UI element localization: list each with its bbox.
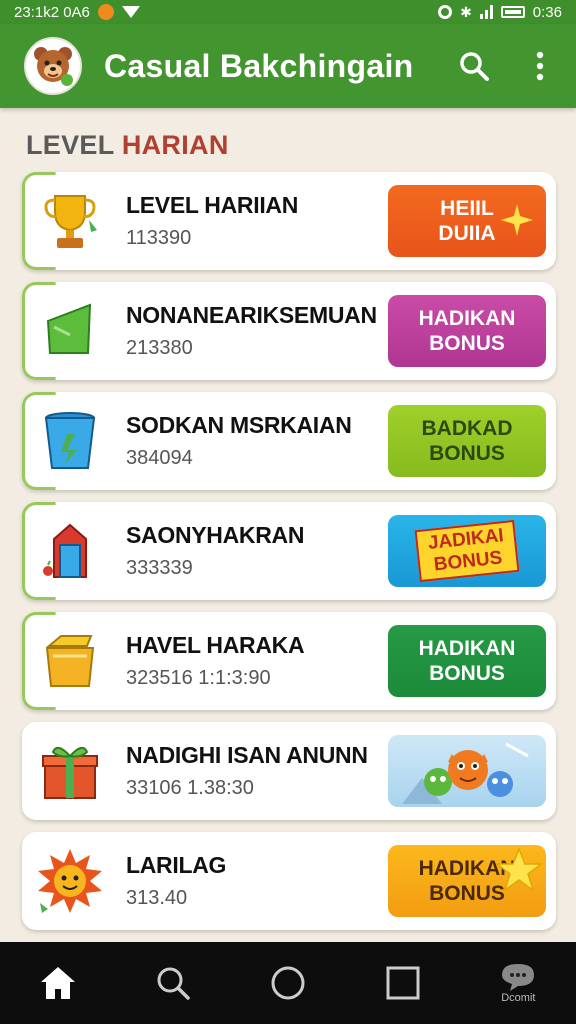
bottom-nav-bar: Dcomit bbox=[0, 942, 576, 1024]
claim-bonus-button[interactable]: HADIKAN BONUS bbox=[388, 625, 546, 697]
circle-icon bbox=[271, 966, 305, 1000]
claim-bonus-button[interactable]: JADIKAI BONUS bbox=[388, 515, 546, 587]
app-bar: Casual Bakchingain bbox=[0, 24, 576, 108]
item-title: SODKAN MSRKAIAN bbox=[126, 412, 352, 438]
item-number: 213380 bbox=[126, 337, 193, 359]
wifi-icon bbox=[121, 6, 140, 18]
claim-button[interactable]: HEIIL DUIIA bbox=[388, 185, 546, 257]
list-item[interactable]: NONANEARIKSEMUAN 213380 HADIKAN BONUS bbox=[22, 282, 556, 380]
cartoon-creatures-icon bbox=[402, 742, 529, 804]
reward-characters-button[interactable] bbox=[388, 735, 546, 807]
bear-mascot-icon bbox=[34, 47, 73, 86]
item-number: 333339 bbox=[126, 557, 193, 579]
avatar[interactable] bbox=[24, 37, 82, 95]
nav-search-button[interactable] bbox=[141, 951, 205, 1015]
level-list: LEVEL HARIIAN 113390 HEIIL DUIIA NONANEA… bbox=[22, 172, 556, 942]
status-clock: 0:36 bbox=[532, 3, 562, 21]
chat-bubble-icon bbox=[502, 964, 535, 991]
item-number: 113390 bbox=[126, 227, 192, 249]
nav-label: Dcomit bbox=[501, 992, 536, 1004]
square-icon bbox=[386, 966, 420, 1000]
item-number: 323516 1:1:3:90 bbox=[126, 667, 271, 689]
sun-icon bbox=[36, 847, 104, 915]
item-title: HAVEL HARAKA bbox=[126, 632, 305, 658]
claim-bonus-button[interactable]: BADKAD BONUS bbox=[388, 405, 546, 477]
star-icon bbox=[496, 847, 542, 892]
notification-icon bbox=[97, 4, 114, 20]
gift-box-icon bbox=[36, 737, 104, 805]
item-title: SAONYHAKRAN bbox=[126, 522, 305, 548]
item-title: NADIGHI ISAN ANUNN bbox=[126, 742, 368, 768]
item-title: NONANEARIKSEMUAN bbox=[126, 302, 377, 328]
list-item[interactable]: LARILAG 313.40 HADIKAN BONUS bbox=[22, 832, 556, 930]
battery-icon bbox=[500, 6, 525, 18]
list-item[interactable]: SODKAN MSRKAIAN 384094 BADKAD BONUS bbox=[22, 392, 556, 490]
section-title: LEVEL HARIAN bbox=[26, 130, 229, 160]
claim-bonus-button[interactable]: HADIKAN BONUS bbox=[388, 845, 546, 917]
item-number: 384094 bbox=[126, 447, 193, 469]
nav-chat-button[interactable]: Dcomit bbox=[486, 951, 550, 1015]
bluetooth-icon: ✱ bbox=[460, 3, 472, 20]
item-number: 313.40 bbox=[126, 887, 188, 909]
list-item[interactable]: LEVEL HARIIAN 113390 HEIIL DUIIA bbox=[22, 172, 556, 270]
list-item[interactable]: SAONYHAKRAN 333339 JADIKAI BONUS bbox=[22, 502, 556, 600]
claim-bonus-button[interactable]: HADIKAN BONUS bbox=[388, 295, 546, 367]
search-button[interactable] bbox=[458, 50, 490, 82]
status-time: 23:1k2 0A6 bbox=[14, 3, 90, 21]
nav-home-button[interactable] bbox=[26, 951, 90, 1015]
item-title: LEVEL HARIIAN bbox=[126, 192, 299, 218]
list-item[interactable]: NADIGHI ISAN ANUNN 33106 1.38:30 bbox=[22, 722, 556, 820]
more-options-button[interactable] bbox=[524, 50, 556, 82]
signal-icon bbox=[479, 5, 493, 19]
search-icon bbox=[460, 52, 489, 81]
more-vert-icon bbox=[536, 51, 544, 81]
bonus-banner: JADIKAI BONUS bbox=[414, 519, 520, 583]
item-title: LARILAG bbox=[126, 852, 227, 878]
starburst-icon bbox=[501, 204, 533, 236]
app-title: Casual Bakchingain bbox=[104, 47, 414, 84]
alarm-icon bbox=[438, 5, 453, 19]
list-item[interactable]: HAVEL HARAKA 323516 1:1:3:90 HADIKAN BON… bbox=[22, 612, 556, 710]
status-bar: 23:1k2 0A6 ✱ 0:36 bbox=[0, 0, 576, 24]
search-icon bbox=[157, 967, 190, 1000]
nav-recents-button[interactable] bbox=[371, 951, 435, 1015]
nav-home-circle-button[interactable] bbox=[256, 951, 320, 1015]
home-icon bbox=[40, 967, 75, 999]
item-number: 33106 1.38:30 bbox=[126, 777, 254, 799]
